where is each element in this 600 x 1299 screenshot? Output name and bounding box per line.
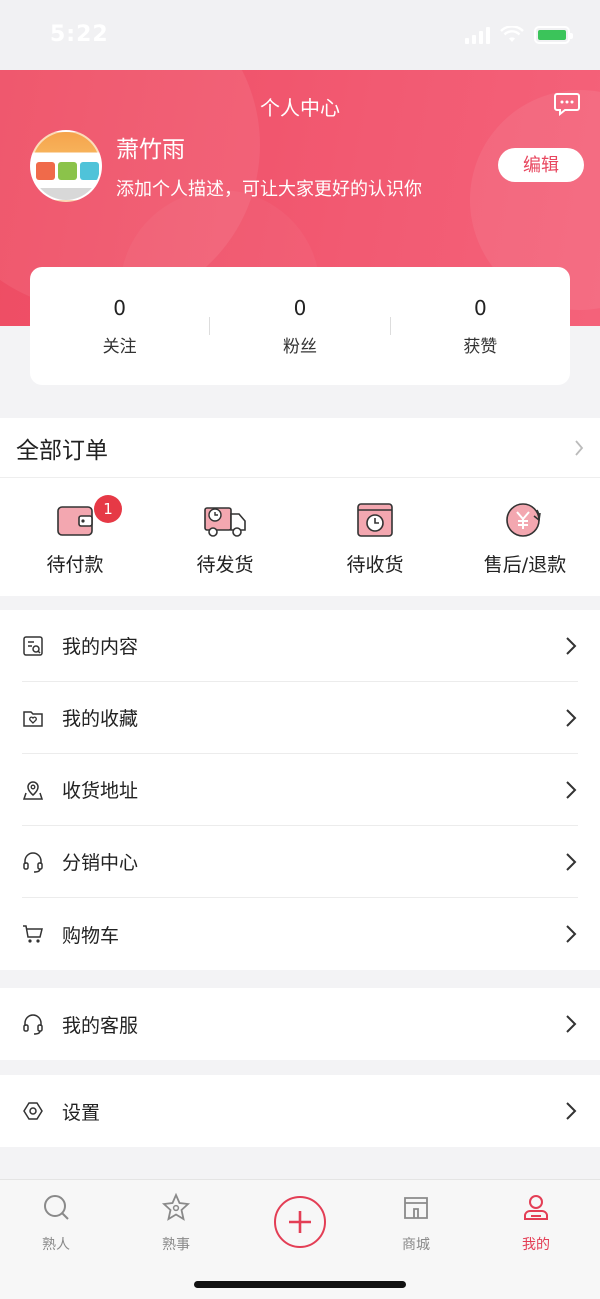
service-block: 我的客服 xyxy=(0,988,600,1060)
wifi-icon xyxy=(500,26,524,42)
order-pending-shipment[interactable]: 待发货 xyxy=(150,478,300,596)
page-title: 个人中心 xyxy=(260,96,340,120)
tab-mine[interactable]: 我的 xyxy=(496,1192,576,1254)
status-bar: 5:22 xyxy=(0,0,600,70)
search-icon xyxy=(44,1195,69,1220)
cart-icon xyxy=(23,925,43,943)
document-search-icon xyxy=(23,635,43,656)
message-icon[interactable] xyxy=(554,92,580,116)
tab-acquaintances[interactable]: 熟人 xyxy=(16,1192,96,1254)
stat-label: 获赞 xyxy=(463,336,498,357)
tab-label: 熟人 xyxy=(42,1237,70,1253)
menu-label: 我的收藏 xyxy=(62,708,139,730)
menu-label: 购物车 xyxy=(62,924,120,947)
stat-likes[interactable]: 0 获赞 xyxy=(391,296,570,357)
order-pending-payment[interactable]: 1 待付款 xyxy=(0,478,150,596)
menu-label: 分销中心 xyxy=(62,852,139,874)
tab-affairs[interactable]: 熟事 xyxy=(136,1192,216,1254)
order-label: 售后/退款 xyxy=(483,554,567,576)
order-label: 待收货 xyxy=(346,554,404,576)
store-icon xyxy=(404,1197,428,1219)
chevron-right-icon xyxy=(566,1015,577,1033)
star-icon xyxy=(161,1192,191,1221)
tab-label: 商城 xyxy=(402,1237,430,1253)
stat-value: 0 xyxy=(113,295,127,320)
settings-block: 设置 xyxy=(0,1075,600,1147)
chevron-right-icon xyxy=(566,852,577,871)
menu-item-customer-service[interactable]: 我的客服 xyxy=(22,988,578,1060)
chevron-right-icon xyxy=(566,636,577,655)
plus-icon xyxy=(289,1211,311,1233)
menu-item-settings[interactable]: 设置 xyxy=(22,1075,578,1147)
add-button[interactable] xyxy=(274,1196,326,1248)
menu-item-address[interactable]: 收货地址 xyxy=(22,754,578,826)
folder-heart-icon xyxy=(23,710,43,727)
menu-label: 我的内容 xyxy=(62,636,139,658)
map-pin-icon xyxy=(22,780,44,800)
menu-label: 收货地址 xyxy=(62,780,139,802)
tab-label: 我的 xyxy=(522,1237,550,1253)
stats-card: 0 关注 0 粉丝 0 获赞 xyxy=(30,267,570,385)
menu-list: 我的内容 我的收藏 收货地址 分销中心 购物车 xyxy=(0,610,600,970)
stat-label: 粉丝 xyxy=(282,336,317,357)
orders-title: 全部订单 xyxy=(16,437,108,464)
chevron-right-icon xyxy=(566,780,577,799)
stat-value: 0 xyxy=(473,295,487,320)
stat-value: 0 xyxy=(293,295,307,320)
chevron-right-icon xyxy=(575,439,584,456)
clock-box-icon xyxy=(357,503,393,537)
all-orders-row[interactable]: 全部订单 xyxy=(0,418,600,478)
avatar[interactable] xyxy=(30,130,102,202)
headset-icon xyxy=(23,1014,43,1035)
stat-label: 关注 xyxy=(102,336,137,357)
yen-refund-icon xyxy=(506,503,541,537)
headset-icon xyxy=(23,851,43,873)
chevron-right-icon xyxy=(566,925,577,943)
gear-icon xyxy=(23,1102,43,1120)
menu-label: 设置 xyxy=(62,1101,101,1124)
menu-item-distribution[interactable]: 分销中心 xyxy=(22,826,578,898)
menu-item-my-content[interactable]: 我的内容 xyxy=(22,610,578,682)
tab-label: 熟事 xyxy=(162,1237,190,1253)
status-icons xyxy=(465,26,573,44)
user-description[interactable]: 添加个人描述，可让大家更好的认识你 xyxy=(116,175,422,201)
wallet-icon xyxy=(57,506,93,536)
stat-fans[interactable]: 0 粉丝 xyxy=(210,296,389,357)
orders-section: 全部订单 1 待付款 待发货 待收货 售后/退款 xyxy=(0,418,600,596)
truck-icon xyxy=(204,507,246,537)
stat-following[interactable]: 0 关注 xyxy=(30,296,209,357)
chevron-right-icon xyxy=(566,708,577,727)
edit-button[interactable]: 编辑 xyxy=(498,148,584,182)
menu-label: 我的客服 xyxy=(62,1014,139,1037)
home-indicator xyxy=(194,1281,406,1288)
order-label: 待发货 xyxy=(196,554,254,576)
menu-item-favorites[interactable]: 我的收藏 xyxy=(22,682,578,754)
menu-item-cart[interactable]: 购物车 xyxy=(22,898,578,970)
status-time: 5:22 xyxy=(50,22,109,47)
pending-badge: 1 xyxy=(94,495,122,523)
order-label: 待付款 xyxy=(46,554,104,576)
signal-icon xyxy=(465,26,490,44)
order-refund[interactable]: 售后/退款 xyxy=(450,478,600,596)
tab-mall[interactable]: 商城 xyxy=(376,1192,456,1254)
user-name: 萧竹雨 xyxy=(116,137,185,163)
battery-icon xyxy=(534,26,573,44)
user-icon xyxy=(524,1195,548,1220)
order-pending-receipt[interactable]: 待收货 xyxy=(300,478,450,596)
chevron-right-icon xyxy=(566,1102,577,1120)
